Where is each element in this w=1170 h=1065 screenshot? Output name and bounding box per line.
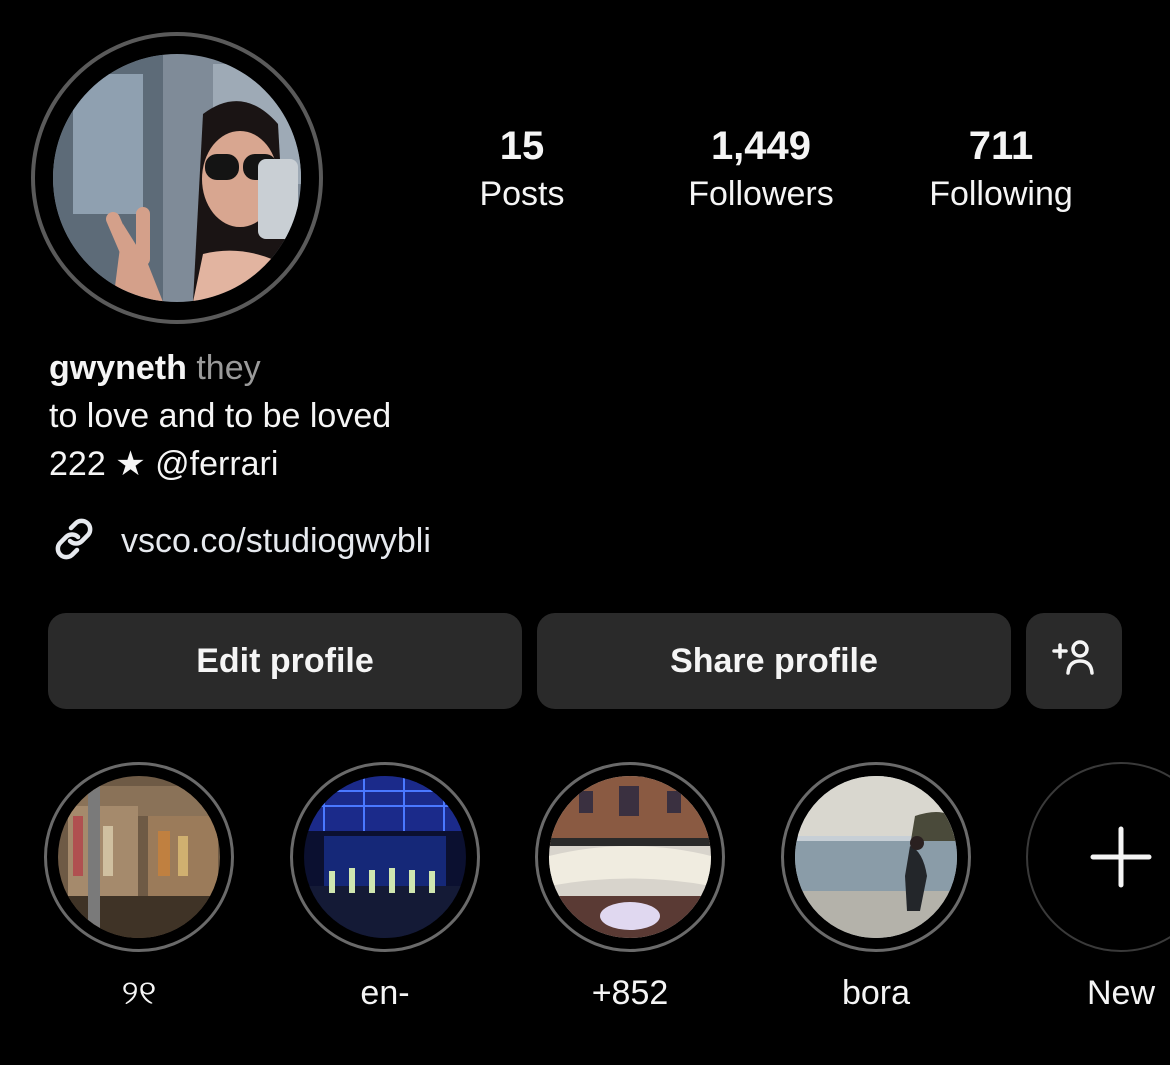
highlight-cover	[549, 776, 711, 938]
bio-number: 222	[49, 445, 106, 483]
share-profile-button[interactable]: Share profile	[537, 613, 1011, 709]
bio-line-2: 222 ★ @ferrari	[49, 440, 391, 488]
highlight-item[interactable]: en-	[288, 762, 482, 1013]
display-name: gwyneth	[49, 349, 187, 387]
followers-count: 1,449	[710, 124, 812, 168]
following-label: Following	[929, 175, 1073, 213]
new-highlight-label: New	[1086, 974, 1156, 1012]
highlight-ring[interactable]	[290, 762, 480, 952]
highlight-label: en-	[360, 974, 410, 1012]
person-plus-icon	[1050, 637, 1098, 686]
highlight-label: +852	[591, 974, 669, 1012]
highlight-ring[interactable]	[535, 762, 725, 952]
highlight-item[interactable]: ୨୧	[42, 762, 236, 1013]
plus-icon	[1089, 825, 1153, 894]
bio-line-1: to love and to be loved	[49, 397, 392, 435]
posts-count: 15	[499, 124, 545, 168]
pronouns: they	[196, 349, 261, 387]
following-count: 711	[968, 124, 1034, 168]
highlight-item[interactable]: +852	[533, 762, 727, 1013]
bio-mention[interactable]: @ferrari	[155, 445, 278, 483]
add-person-button[interactable]	[1026, 613, 1122, 709]
new-highlight-item[interactable]: New	[1024, 762, 1170, 1013]
edit-profile-button[interactable]: Edit profile	[48, 613, 522, 709]
following-stat[interactable]: 711 Following	[891, 122, 1111, 216]
posts-stat[interactable]: 15 Posts	[412, 122, 632, 216]
highlight-label: bora	[841, 974, 911, 1012]
followers-stat[interactable]: 1,449 Followers	[651, 122, 871, 216]
posts-label: Posts	[479, 175, 565, 213]
profile-avatar-ring[interactable]	[31, 32, 323, 324]
profile-bio: gwyneth they to love and to be loved 222…	[49, 344, 391, 488]
link-text[interactable]: vsco.co/studiogwybli	[121, 522, 431, 561]
highlight-cover	[304, 776, 466, 938]
followers-label: Followers	[688, 175, 834, 213]
highlight-label: ୨୧	[121, 974, 157, 1012]
highlight-cover	[58, 776, 220, 938]
link-icon	[49, 514, 99, 569]
highlight-item[interactable]: bora	[779, 762, 973, 1013]
highlight-ring[interactable]	[781, 762, 971, 952]
profile-link[interactable]: vsco.co/studiogwybli	[49, 514, 431, 569]
avatar[interactable]	[53, 54, 301, 302]
highlight-cover	[795, 776, 957, 938]
new-highlight-button[interactable]	[1026, 762, 1170, 952]
star-icon: ★	[115, 445, 146, 483]
highlight-ring[interactable]	[44, 762, 234, 952]
name-line: gwyneth they	[49, 344, 391, 392]
